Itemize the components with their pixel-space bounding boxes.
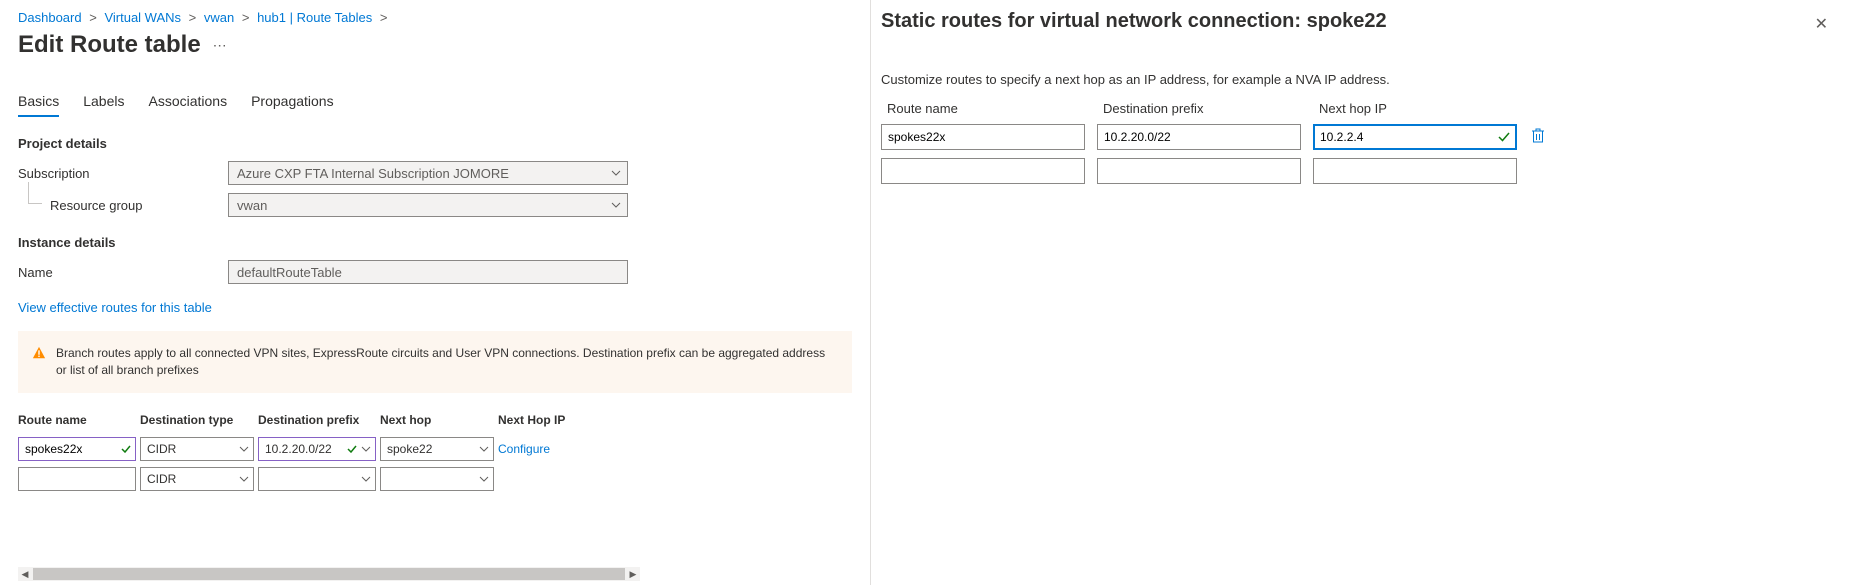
tab-bar: Basics Labels Associations Propagations — [18, 93, 852, 118]
static-routes-table: Route name Destination prefix Next hop I… — [881, 101, 1561, 184]
static-route-row — [881, 158, 1561, 184]
check-icon — [347, 445, 357, 453]
project-details-heading: Project details — [18, 136, 852, 151]
next-hop-select[interactable] — [380, 467, 494, 491]
resource-group-select[interactable]: vwan — [228, 193, 628, 217]
breadcrumb-item-vwans[interactable]: Virtual WANs — [104, 10, 181, 25]
close-panel-button[interactable]: ✕ — [1811, 10, 1832, 38]
static-next-hop-ip-input[interactable] — [1313, 158, 1517, 184]
chevron-down-icon — [479, 476, 489, 482]
col-next-hop: Next hop — [380, 413, 494, 427]
scroll-thumb[interactable] — [33, 568, 625, 580]
destination-type-value: CIDR — [147, 472, 176, 486]
col-destination-prefix: Destination prefix — [258, 413, 376, 427]
destination-type-select[interactable]: CIDR — [140, 467, 254, 491]
info-text: Branch routes apply to all connected VPN… — [56, 345, 838, 379]
chevron-down-icon — [361, 446, 371, 452]
subscription-value: Azure CXP FTA Internal Subscription JOMO… — [237, 166, 509, 181]
static-destination-prefix-field[interactable] — [1104, 130, 1294, 144]
name-label: Name — [18, 265, 228, 280]
horizontal-scrollbar[interactable]: ◀ ▶ — [18, 567, 640, 581]
route-row: CIDR 10.2.20.0/22 spoke22 Configure — [18, 437, 852, 461]
col-route-name: Route name — [18, 413, 136, 427]
scroll-right-icon[interactable]: ▶ — [626, 567, 640, 581]
chevron-down-icon — [479, 446, 489, 452]
check-icon — [121, 445, 131, 453]
tab-propagations[interactable]: Propagations — [251, 93, 334, 117]
static-route-name-field[interactable] — [888, 164, 1078, 178]
destination-type-select[interactable]: CIDR — [140, 437, 254, 461]
route-name-field[interactable] — [25, 442, 129, 456]
resource-group-value: vwan — [237, 198, 267, 213]
destination-prefix-value: 10.2.20.0/22 — [265, 442, 332, 456]
tab-basics[interactable]: Basics — [18, 93, 59, 117]
tab-associations[interactable]: Associations — [149, 93, 228, 117]
delete-row-button[interactable] — [1529, 128, 1547, 147]
chevron-down-icon — [239, 446, 249, 452]
close-icon: ✕ — [1815, 16, 1828, 33]
name-input: defaultRouteTable — [228, 260, 628, 284]
static-next-hop-ip-field[interactable] — [1320, 164, 1510, 178]
chevron-down-icon — [361, 476, 371, 482]
breadcrumb-item-dashboard[interactable]: Dashboard — [18, 10, 82, 25]
breadcrumb-sep: > — [189, 10, 197, 25]
static-route-name-input[interactable] — [881, 158, 1085, 184]
col-static-next-hop-ip: Next hop IP — [1319, 101, 1523, 116]
static-route-name-input[interactable] — [881, 124, 1085, 150]
view-effective-routes-link[interactable]: View effective routes for this table — [18, 300, 212, 315]
static-next-hop-ip-input[interactable] — [1313, 124, 1517, 150]
panel-title: Static routes for virtual network connec… — [881, 10, 1387, 33]
subscription-select[interactable]: Azure CXP FTA Internal Subscription JOMO… — [228, 161, 628, 185]
col-static-destination-prefix: Destination prefix — [1103, 101, 1307, 116]
tab-labels[interactable]: Labels — [83, 93, 124, 117]
destination-prefix-select[interactable]: 10.2.20.0/22 — [258, 437, 376, 461]
breadcrumb-sep: > — [89, 10, 97, 25]
breadcrumb-sep: > — [242, 10, 250, 25]
chevron-down-icon — [611, 170, 621, 176]
breadcrumb-item-hub1[interactable]: hub1 | Route Tables — [257, 10, 372, 25]
static-destination-prefix-field[interactable] — [1104, 164, 1294, 178]
route-name-field[interactable] — [25, 472, 129, 486]
col-destination-type: Destination type — [140, 413, 254, 427]
destination-type-value: CIDR — [147, 442, 176, 456]
col-static-route-name: Route name — [887, 101, 1091, 116]
panel-description: Customize routes to specify a next hop a… — [881, 72, 1832, 87]
static-destination-prefix-input[interactable] — [1097, 158, 1301, 184]
static-next-hop-ip-field[interactable] — [1320, 130, 1510, 144]
info-banner: Branch routes apply to all connected VPN… — [18, 331, 852, 393]
warning-icon — [32, 346, 46, 360]
check-icon — [1498, 132, 1510, 142]
resource-group-label: Resource group — [18, 198, 228, 213]
static-route-row — [881, 124, 1561, 150]
scroll-left-icon[interactable]: ◀ — [18, 567, 32, 581]
more-actions-button[interactable]: ⋯ — [213, 37, 227, 54]
name-value: defaultRouteTable — [237, 265, 342, 280]
next-hop-select[interactable]: spoke22 — [380, 437, 494, 461]
route-name-input[interactable] — [18, 467, 136, 491]
col-next-hop-ip: Next Hop IP — [498, 413, 578, 427]
instance-details-heading: Instance details — [18, 235, 852, 250]
subscription-label: Subscription — [18, 166, 228, 181]
chevron-down-icon — [239, 476, 249, 482]
route-name-input[interactable] — [18, 437, 136, 461]
breadcrumb-sep: > — [380, 10, 388, 25]
chevron-down-icon — [611, 202, 621, 208]
configure-next-hop-ip-link[interactable]: Configure — [498, 442, 550, 456]
route-row: CIDR — [18, 467, 852, 491]
routes-table: Route name Destination type Destination … — [18, 413, 852, 491]
trash-icon — [1531, 128, 1545, 147]
page-title: Edit Route table — [18, 31, 201, 59]
breadcrumb-item-vwan[interactable]: vwan — [204, 10, 234, 25]
static-route-name-field[interactable] — [888, 130, 1078, 144]
destination-prefix-select[interactable] — [258, 467, 376, 491]
next-hop-value: spoke22 — [387, 442, 432, 456]
static-destination-prefix-input[interactable] — [1097, 124, 1301, 150]
breadcrumb: Dashboard > Virtual WANs > vwan > hub1 |… — [18, 10, 852, 25]
